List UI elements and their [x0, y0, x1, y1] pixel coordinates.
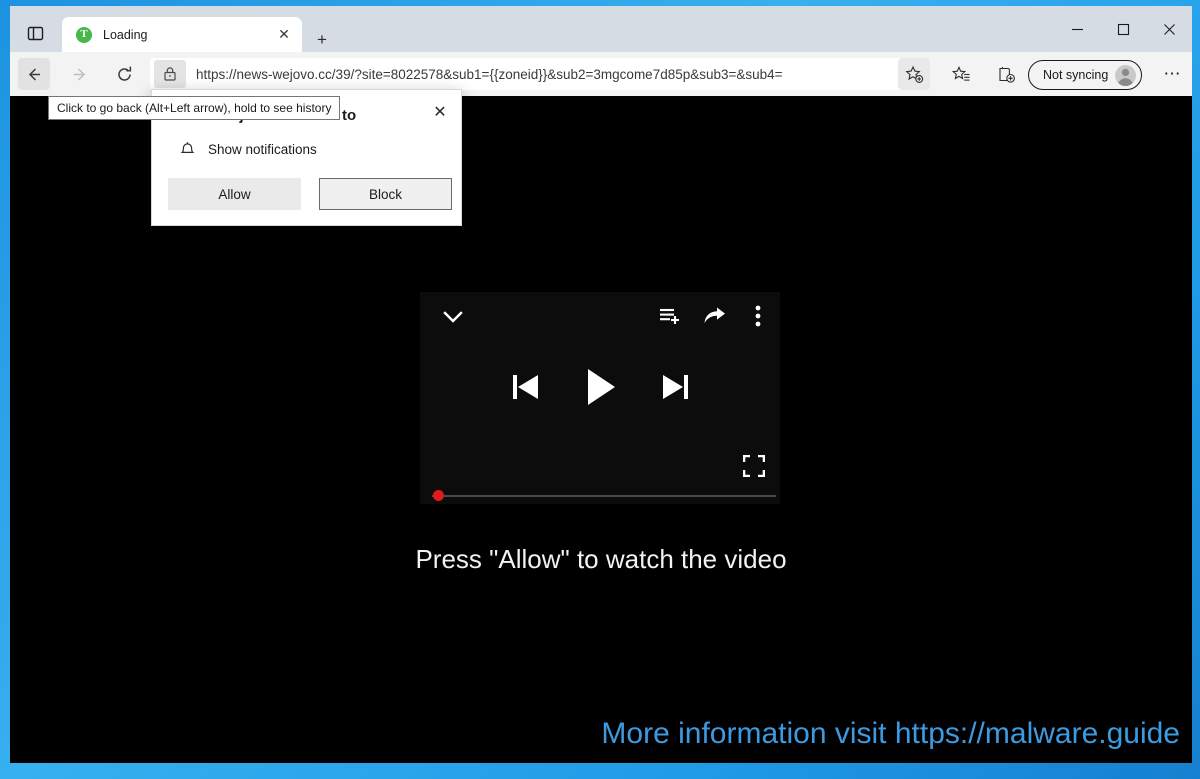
profile-label: Not syncing	[1043, 68, 1109, 82]
browser-window: T Loading ✕ + https://news-wejovo.cc/39/…	[10, 6, 1192, 763]
fullscreen-icon[interactable]	[742, 454, 766, 478]
player-top-actions	[658, 304, 770, 328]
screenshot-frame: T Loading ✕ + https://news-wejovo.cc/39/…	[0, 0, 1200, 779]
permission-row: Show notifications	[177, 139, 317, 159]
block-button[interactable]: Block	[319, 178, 452, 210]
progress-knob[interactable]	[433, 490, 444, 501]
permission-popup-buttons: Allow Block	[168, 178, 452, 210]
maximize-button[interactable]	[1100, 6, 1146, 52]
new-tab-button[interactable]: +	[308, 28, 336, 52]
browser-titlebar: T Loading ✕ +	[10, 6, 1192, 52]
permission-label: Show notifications	[208, 141, 317, 157]
address-bar[interactable]: https://news-wejovo.cc/39/?site=8022578&…	[150, 58, 910, 90]
previous-track-icon[interactable]	[512, 372, 539, 402]
video-player[interactable]	[420, 292, 780, 504]
watermark-text: More information visit https://malware.g…	[601, 717, 1180, 750]
tab-favicon: T	[76, 26, 92, 43]
collections-icon[interactable]	[990, 58, 1022, 90]
back-button[interactable]	[18, 58, 50, 90]
reload-button[interactable]	[108, 58, 140, 90]
tab-favicon-glyph: T	[80, 28, 88, 40]
allow-button[interactable]: Allow	[168, 178, 301, 210]
add-to-queue-icon[interactable]	[658, 304, 682, 328]
bell-icon	[177, 139, 197, 159]
player-progress-bar[interactable]	[424, 490, 776, 501]
forward-button	[63, 58, 95, 90]
favorites-list-icon[interactable]	[945, 58, 977, 90]
avatar-icon	[1115, 64, 1137, 86]
page-headline: Press "Allow" to watch the video	[415, 544, 787, 574]
browser-tab[interactable]: T Loading ✕	[62, 17, 302, 52]
close-icon[interactable]: ✕	[427, 99, 453, 125]
settings-and-more-icon[interactable]: ⋯	[1156, 58, 1188, 90]
share-icon[interactable]	[702, 304, 726, 328]
tab-title: Loading	[103, 27, 148, 42]
window-controls	[1054, 6, 1192, 52]
progress-track[interactable]	[432, 495, 776, 497]
back-button-tooltip: Click to go back (Alt+Left arrow), hold …	[48, 96, 341, 120]
close-tab-icon[interactable]: ✕	[272, 23, 296, 47]
more-vertical-icon[interactable]	[746, 304, 770, 328]
play-icon[interactable]	[585, 368, 616, 406]
profile-button[interactable]: Not syncing	[1028, 60, 1143, 90]
tab-search-icon[interactable]	[18, 20, 52, 46]
player-transport-controls	[420, 368, 780, 406]
close-window-button[interactable]	[1146, 6, 1192, 52]
minimize-button[interactable]	[1054, 6, 1100, 52]
url-text[interactable]: https://news-wejovo.cc/39/?site=8022578&…	[196, 67, 910, 82]
lock-icon[interactable]	[154, 60, 186, 88]
next-track-icon[interactable]	[662, 372, 689, 402]
chevron-down-icon[interactable]	[440, 306, 466, 328]
add-favorite-icon[interactable]	[898, 58, 930, 90]
